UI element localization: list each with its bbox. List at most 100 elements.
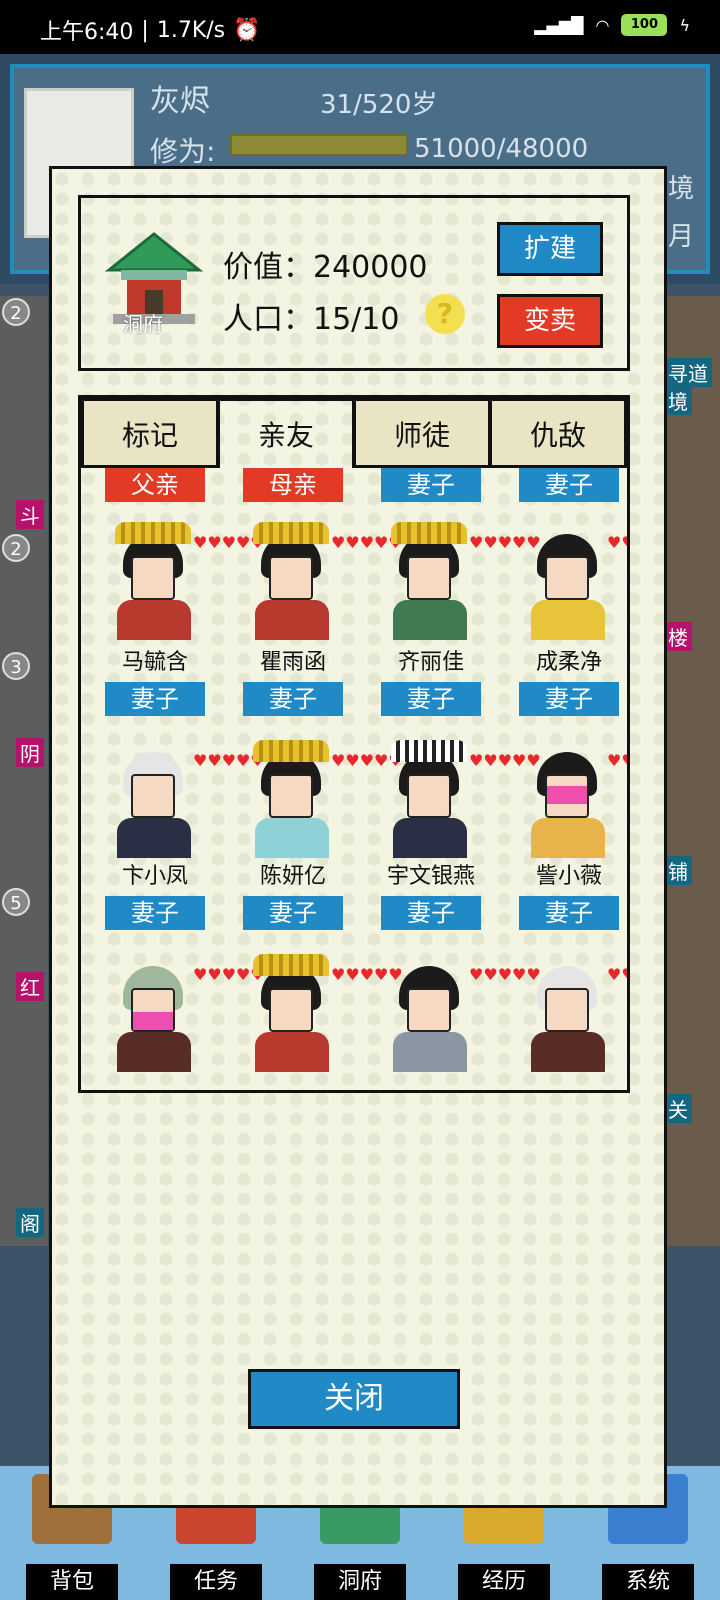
member-portrait[interactable]: ♥♥♥♥♥ xyxy=(243,522,403,640)
tab-family[interactable]: 亲友 xyxy=(217,398,355,468)
status-separator: | xyxy=(141,17,149,43)
hearts-icon: ♥♥♥♥♥ xyxy=(193,751,265,770)
hearts-icon: ♥♥♥♥♥ xyxy=(607,751,627,770)
realm-text: 境 xyxy=(667,174,694,204)
relation-badge: 妻子 xyxy=(105,896,205,930)
portrait-face xyxy=(269,774,313,818)
nav-label: 任务 xyxy=(170,1564,262,1600)
map-badge: 3 xyxy=(2,652,30,680)
member-name: 马毓含 xyxy=(121,650,188,675)
cultivation-value: 51000/48000 xyxy=(414,134,589,164)
map-badge: 5 xyxy=(2,888,30,916)
hearts-icon: ♥♥♥♥♥ xyxy=(331,751,403,770)
relation-badge: 妻子 xyxy=(105,682,205,716)
member-portrait[interactable]: ♥♥♥♥♥ xyxy=(519,522,627,640)
house-value: 价值：240000 xyxy=(223,250,428,285)
cave-house-dialog: 洞府 价值：240000 人口：15/10 ? 扩建 变卖 标记 亲友 师徒 仇… xyxy=(49,166,667,1508)
left-map-strip xyxy=(0,296,48,1246)
portrait-face xyxy=(269,988,313,1032)
hearts-icon: ♥♥♥♥♥ xyxy=(469,751,541,770)
expand-button[interactable]: 扩建 xyxy=(497,222,603,276)
map-label[interactable]: 楼 xyxy=(664,622,692,651)
map-label[interactable]: 境 xyxy=(664,386,692,415)
month-text: 月 xyxy=(667,222,694,252)
portrait-body xyxy=(393,818,467,858)
map-label[interactable]: 关 xyxy=(664,1094,692,1123)
portrait-crown xyxy=(391,522,467,544)
portrait-crown xyxy=(253,522,329,544)
member-name: 宇文银燕 xyxy=(386,864,475,889)
member-portrait[interactable]: ♥♥♥♥♥ xyxy=(243,954,403,1072)
relations-panel: 标记 亲友 师徒 仇敌 父亲 母亲 妻子 妻子 ♥♥♥♥♥ ♥♥♥♥♥ ♥♥♥♥… xyxy=(78,395,630,1093)
portrait-face xyxy=(407,556,451,600)
house-info-box: 洞府 价值：240000 人口：15/10 ? 扩建 变卖 xyxy=(78,195,630,371)
map-label[interactable]: 铺 xyxy=(664,856,692,885)
map-badge: 2 xyxy=(2,298,30,326)
relation-badge: 妻子 xyxy=(381,896,481,930)
relation-badge: 妻子 xyxy=(519,468,619,502)
portrait-mask xyxy=(133,1012,173,1030)
portrait-crown xyxy=(253,740,329,762)
member-name: 陈妍亿 xyxy=(259,864,326,889)
portrait-face xyxy=(407,988,451,1032)
nav-label: 经历 xyxy=(458,1564,550,1600)
relations-tabs: 标记 亲友 师徒 仇敌 xyxy=(81,398,627,468)
cultivation-label: 修为: xyxy=(150,135,216,168)
nav-label: 系统 xyxy=(602,1564,694,1600)
relations-grid: 父亲 母亲 妻子 妻子 ♥♥♥♥♥ ♥♥♥♥♥ ♥♥♥♥♥ ♥ 马毓含 瞿雨函 … xyxy=(81,468,627,1090)
map-label[interactable]: 斗 xyxy=(16,500,44,529)
member-portrait[interactable]: ♥♥♥♥♥ xyxy=(243,740,403,858)
sell-button[interactable]: 变卖 xyxy=(497,294,603,348)
member-portrait[interactable]: ♥♥♥♥♥ xyxy=(105,740,265,858)
hearts-icon: ♥♥♥♥♥ xyxy=(469,965,541,984)
status-speed: 1.7K/s xyxy=(156,17,226,43)
help-icon[interactable]: ? xyxy=(425,294,465,334)
portrait-crown xyxy=(115,522,191,544)
close-button[interactable]: 关闭 xyxy=(248,1369,460,1429)
portrait-body xyxy=(393,1032,467,1072)
map-badge: 2 xyxy=(2,534,30,562)
nav-label: 背包 xyxy=(26,1564,118,1600)
tab-master-apprentice[interactable]: 师徒 xyxy=(353,398,491,468)
member-portrait[interactable]: ♥♥♥♥♥ xyxy=(381,522,541,640)
portrait-body xyxy=(531,1032,605,1072)
member-name: 訾小薇 xyxy=(535,864,602,889)
portrait-body xyxy=(393,600,467,640)
hearts-icon: ♥♥♥♥♥ xyxy=(331,533,403,552)
relation-badge: 妻子 xyxy=(243,896,343,930)
status-right: ▂▄▆█ ◠ 100 ϟ xyxy=(534,14,690,36)
relation-badge: 妻子 xyxy=(381,468,481,502)
relation-badge: 妻子 xyxy=(519,896,619,930)
portrait-body xyxy=(255,818,329,858)
member-portrait[interactable]: ♥♥♥♥♥ xyxy=(105,954,265,1072)
relation-badge: 父亲 xyxy=(105,468,205,502)
portrait-body xyxy=(531,600,605,640)
relation-badge: 妻子 xyxy=(243,682,343,716)
member-portrait[interactable]: ♥♥♥♥♥ xyxy=(381,954,541,1072)
member-portrait[interactable]: ♥♥♥♥♥ xyxy=(519,954,627,1072)
portrait-body xyxy=(117,1032,191,1072)
member-name: 齐丽佳 xyxy=(397,650,464,675)
portrait-face xyxy=(545,556,589,600)
member-name: 卞小凤 xyxy=(121,864,188,889)
charging-icon: ϟ xyxy=(679,15,690,35)
member-name: 成柔净 xyxy=(535,650,602,675)
hearts-icon: ♥♥♥♥♥ xyxy=(193,965,265,984)
player-age: 31/520岁 xyxy=(320,90,438,120)
tab-enemies[interactable]: 仇敌 xyxy=(489,398,627,468)
map-label[interactable]: 阁 xyxy=(16,1208,44,1237)
map-label[interactable]: 阴 xyxy=(16,738,44,767)
map-label[interactable]: 红 xyxy=(16,972,44,1001)
alarm-icon: ⏰ xyxy=(233,17,261,43)
portrait-face xyxy=(131,556,175,600)
map-label[interactable]: 寻道 xyxy=(664,358,712,387)
member-portrait[interactable]: ♥♥♥♥♥ xyxy=(381,740,541,858)
nav-label: 洞府 xyxy=(314,1564,406,1600)
portrait-crown xyxy=(391,740,467,762)
signal-icon: ▂▄▆█ xyxy=(534,15,584,35)
member-portrait[interactable]: ♥♥♥♥♥ xyxy=(519,740,627,858)
hearts-icon: ♥♥♥♥♥ xyxy=(469,533,541,552)
member-portrait[interactable]: ♥♥♥♥♥ xyxy=(105,522,265,640)
house-population: 人口：15/10 xyxy=(223,302,400,337)
tab-marked[interactable]: 标记 xyxy=(81,398,219,468)
